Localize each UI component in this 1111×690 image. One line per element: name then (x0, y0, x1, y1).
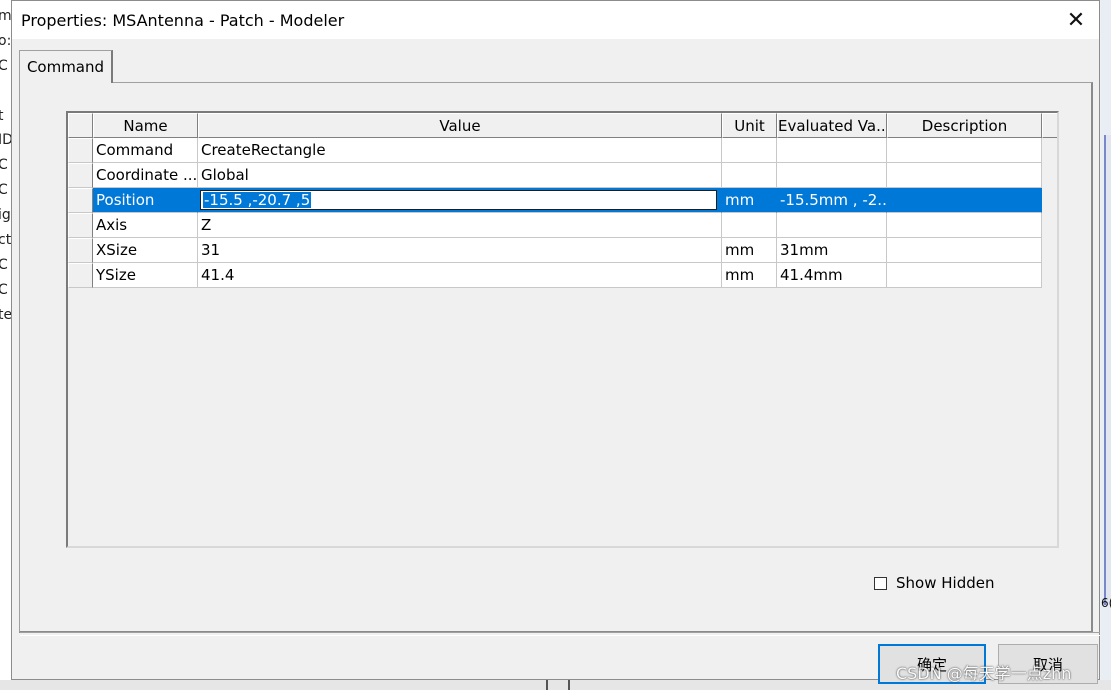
window-title: Properties: MSAntenna - Patch - Modeler (21, 11, 345, 30)
cell-name[interactable]: Command (93, 138, 198, 163)
cell-unit[interactable] (722, 163, 777, 188)
cell-description[interactable] (887, 163, 1042, 188)
bg-fragment: C (0, 58, 8, 74)
cell-name[interactable]: Coordinate ... (93, 163, 198, 188)
table-row[interactable]: Axis Z (68, 213, 1042, 238)
table-row[interactable]: XSize 31 mm 31mm (68, 238, 1042, 263)
cell-evaluated: 31mm (777, 238, 887, 263)
background-plot (1104, 135, 1111, 605)
cell-description[interactable] (887, 238, 1042, 263)
table-row-selected[interactable]: Position -15.5 ,-20.7 ,5 mm -15.5mm , -2… (68, 188, 1042, 213)
tab-label: Command (26, 58, 105, 76)
cell-description[interactable] (887, 263, 1042, 288)
cell-value[interactable]: Z (198, 213, 722, 238)
row-header-corner (68, 113, 93, 138)
table-row[interactable]: Coordinate ... Global (68, 163, 1042, 188)
show-hidden-checkbox[interactable] (874, 576, 887, 590)
cell-name[interactable]: Position (93, 188, 198, 213)
cell-name[interactable]: YSize (93, 263, 198, 288)
cell-description[interactable] (887, 213, 1042, 238)
cell-name[interactable]: XSize (93, 238, 198, 263)
bg-tick-label: 6( (1101, 596, 1111, 610)
table-row[interactable]: YSize 41.4 mm 41.4mm (68, 263, 1042, 288)
row-header[interactable] (68, 263, 93, 288)
cell-evaluated: 41.4mm (777, 263, 887, 288)
show-hidden-label: Show Hidden (896, 574, 995, 592)
show-hidden-option[interactable]: Show Hidden (874, 574, 994, 592)
row-header[interactable] (68, 188, 93, 213)
close-icon: ✕ (1066, 7, 1086, 33)
cell-unit[interactable] (722, 213, 777, 238)
cell-evaluated (777, 163, 887, 188)
bg-fragment: C (0, 282, 8, 298)
cell-description[interactable] (887, 138, 1042, 163)
cell-name[interactable]: Axis (93, 213, 198, 238)
bg-fragment: C (0, 157, 8, 173)
cell-value[interactable]: 31 (198, 238, 722, 263)
title-bar: Properties: MSAntenna - Patch - Modeler … (12, 1, 1099, 39)
properties-grid: Name Value Unit Evaluated Va... Descript… (66, 111, 1059, 548)
cell-value-editing[interactable]: -15.5 ,-20.7 ,5 (198, 188, 722, 213)
bg-fragment: o: (0, 33, 12, 49)
col-header-evaluated[interactable]: Evaluated Va... (777, 113, 887, 138)
cell-value[interactable]: Global (198, 163, 722, 188)
bg-fragment: t (0, 108, 4, 124)
background-app-right: 6( (1101, 0, 1111, 690)
footer-separator (20, 632, 1100, 636)
close-button[interactable]: ✕ (1053, 1, 1099, 39)
table-row[interactable]: Command CreateRectangle (68, 138, 1042, 163)
bg-fragment: ig (0, 207, 11, 223)
row-header[interactable] (68, 163, 93, 188)
col-header-filler (1042, 113, 1057, 138)
cell-evaluated (777, 213, 887, 238)
bg-splitter (568, 680, 570, 690)
row-header[interactable] (68, 238, 93, 263)
bg-fragment: m (0, 8, 11, 24)
bg-fragment: C (0, 182, 8, 198)
tab-command[interactable]: Command (19, 50, 113, 83)
cell-value[interactable]: 41.4 (198, 263, 722, 288)
bg-fragment: C (0, 257, 8, 273)
cell-unit[interactable]: mm (722, 238, 777, 263)
cell-value[interactable]: CreateRectangle (198, 138, 722, 163)
bg-splitter (546, 680, 548, 690)
cell-evaluated: -15.5mm , -2... (777, 188, 887, 213)
watermark: CSDN @每天学一点zhn (896, 664, 1072, 683)
row-header[interactable] (68, 213, 93, 238)
cell-description[interactable] (887, 188, 1042, 213)
cell-unit[interactable]: mm (722, 263, 777, 288)
value-edit-selection: -15.5 ,-20.7 ,5 (203, 191, 312, 209)
properties-dialog: Properties: MSAntenna - Patch - Modeler … (11, 0, 1100, 684)
col-header-description[interactable]: Description (887, 113, 1042, 138)
grid-header-row: Name Value Unit Evaluated Va... Descript… (68, 113, 1057, 138)
row-header[interactable] (68, 138, 93, 163)
col-header-value[interactable]: Value (198, 113, 722, 138)
col-header-name[interactable]: Name (93, 113, 198, 138)
col-header-unit[interactable]: Unit (722, 113, 777, 138)
value-edit-input[interactable]: -15.5 ,-20.7 ,5 (200, 190, 717, 210)
cell-unit[interactable] (722, 138, 777, 163)
cell-unit[interactable]: mm (722, 188, 777, 213)
cell-evaluated (777, 138, 887, 163)
bg-fragment: ct (0, 232, 12, 248)
